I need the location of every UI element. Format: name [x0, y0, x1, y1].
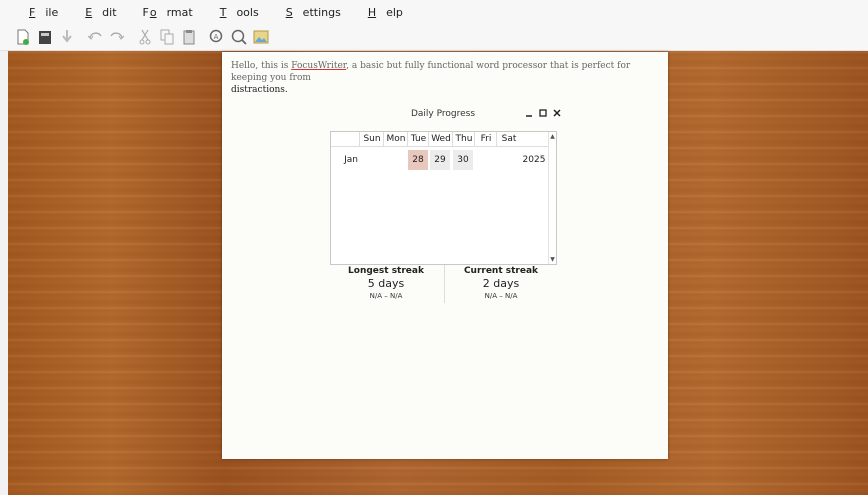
- day-29[interactable]: 29: [430, 150, 450, 170]
- scroll-down-icon[interactable]: ▼: [549, 256, 556, 263]
- weekday-sat: Sat: [496, 132, 521, 146]
- new-document-icon[interactable]: [14, 28, 32, 46]
- themes-icon[interactable]: [252, 28, 270, 46]
- find-icon[interactable]: A: [208, 28, 226, 46]
- streak-stats: Longest streak 5 days N/A – N/A Current …: [330, 263, 556, 307]
- replace-icon[interactable]: [230, 28, 248, 46]
- month-label: Jan: [344, 155, 358, 165]
- redo-icon[interactable]: [108, 28, 126, 46]
- longest-streak: Longest streak 5 days N/A – N/A: [330, 265, 442, 301]
- year-label: 2025: [522, 155, 546, 165]
- weekday-tue: Tue: [407, 132, 429, 146]
- cut-icon[interactable]: [136, 28, 154, 46]
- daily-progress-dialog: Daily Progress Sun Mon Tue Wed Thu Fri S…: [324, 103, 562, 309]
- menu-help[interactable]: Help: [353, 6, 404, 19]
- day-30[interactable]: 30: [453, 150, 473, 170]
- toolbar: A: [0, 24, 868, 51]
- longest-streak-value: 5 days: [367, 277, 405, 290]
- menu-format[interactable]: Fo rmat: [129, 6, 194, 19]
- current-streak-value: 2 days: [482, 277, 520, 290]
- undo-icon[interactable]: [86, 28, 104, 46]
- weekday-thu: Thu: [452, 132, 475, 146]
- copy-icon[interactable]: [158, 28, 176, 46]
- open-document-icon[interactable]: [36, 28, 54, 46]
- weekday-sun: Sun: [359, 132, 384, 146]
- day-28[interactable]: 28: [408, 150, 428, 170]
- current-streak-label: Current streak: [463, 266, 539, 276]
- weekday-fri: Fri: [474, 132, 497, 146]
- longest-streak-range: N/A – N/A: [369, 292, 403, 300]
- longest-streak-label: Longest streak: [348, 266, 424, 276]
- current-streak: Current streak 2 days N/A – N/A: [445, 265, 557, 301]
- close-icon[interactable]: [551, 107, 563, 122]
- scroll-up-icon[interactable]: ▲: [549, 133, 556, 140]
- calendar-scrollbar[interactable]: ▲ ▼: [548, 132, 556, 264]
- menu-tools[interactable]: Tools: [205, 6, 260, 19]
- minimize-icon[interactable]: [523, 107, 535, 122]
- menu-file[interactable]: File: [14, 6, 59, 19]
- weekday-header: Sun Mon Tue Wed Thu Fri Sat: [331, 132, 549, 147]
- svg-text:A: A: [214, 33, 219, 41]
- weekday-wed: Wed: [428, 132, 453, 146]
- save-icon[interactable]: [58, 28, 76, 46]
- current-streak-range: N/A – N/A: [484, 292, 518, 300]
- menu-edit[interactable]: Edit: [70, 6, 117, 19]
- progress-calendar[interactable]: Sun Mon Tue Wed Thu Fri Sat Jan 28 29 30…: [330, 131, 557, 265]
- maximize-icon[interactable]: [537, 107, 549, 122]
- weekday-mon: Mon: [383, 132, 408, 146]
- document-text[interactable]: Hello, this is FocusWriter, a basic but …: [231, 60, 651, 96]
- menu-bar: File Edit Fo rmat Tools Settings Help: [0, 0, 868, 24]
- menu-settings[interactable]: Settings: [271, 6, 342, 19]
- paste-icon[interactable]: [180, 28, 198, 46]
